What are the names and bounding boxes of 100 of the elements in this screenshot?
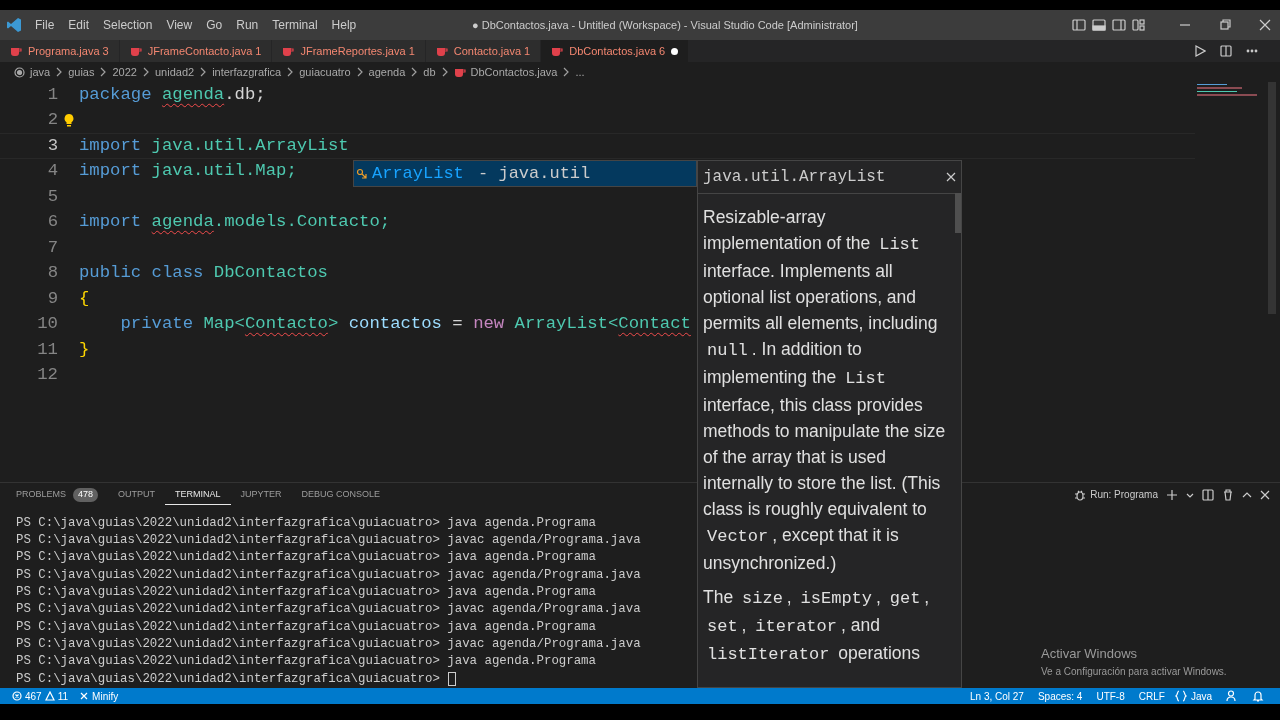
editor-tab[interactable]: Programa.java 3 xyxy=(0,40,119,62)
line-number: 9 xyxy=(46,287,58,310)
split-terminal-icon[interactable] xyxy=(1202,488,1214,501)
menu-item[interactable]: Run xyxy=(229,16,266,34)
code-line: import java.util.ArrayList xyxy=(79,134,349,157)
terminal-command: java agenda.Programa xyxy=(446,549,596,567)
breadcrumb-item[interactable]: unidad2 xyxy=(154,63,195,81)
menu-item[interactable]: Terminal xyxy=(265,16,325,34)
line-number: 8 xyxy=(46,262,58,285)
minify-status[interactable]: Minify xyxy=(80,688,119,704)
breadcrumb-item[interactable]: guiacuatro xyxy=(299,63,351,81)
status-item[interactable]: UTF-8 xyxy=(1096,688,1125,704)
layout-panel-icon[interactable] xyxy=(1092,18,1106,32)
editor-tab[interactable]: JFrameReportes.java 1 xyxy=(272,40,425,62)
breadcrumb-item[interactable]: java xyxy=(30,63,51,81)
editor-tab[interactable]: JFrameContacto.java 1 xyxy=(119,40,272,62)
breadcrumb-item[interactable]: 2022 xyxy=(112,63,137,81)
line-number: 1 xyxy=(46,83,58,106)
breadcrumb-item[interactable]: DbContactos.java xyxy=(470,63,558,81)
coffee-cup-icon xyxy=(551,45,564,57)
menu-item[interactable]: Selection xyxy=(96,16,160,34)
panel-tab[interactable]: JUPYTER xyxy=(230,484,292,505)
activation-title: Activar Windows xyxy=(1041,645,1139,663)
panel-tab[interactable]: DEBUG CONSOLE xyxy=(291,484,391,505)
vscode-logo-icon xyxy=(6,17,22,33)
chevron-right-icon xyxy=(562,67,571,77)
scrollbar-thumb[interactable] xyxy=(955,193,961,233)
breadcrumb-item[interactable]: ... xyxy=(575,63,585,81)
menu-item[interactable]: View xyxy=(159,16,200,34)
terminal-prompt: PS C:\java\guias\2022\unidad2\interfazgrafica\guiacuatro> xyxy=(16,549,440,567)
terminal-prompt: PS C:\java\guias\2022\unidad2\interfazgrafica\guiacuatro> xyxy=(16,566,440,584)
breadcrumb-item[interactable]: guias xyxy=(68,63,95,81)
chevron-right-icon xyxy=(410,67,419,77)
menu-item[interactable]: Help xyxy=(324,16,364,34)
chevron-right-icon xyxy=(440,67,449,77)
close-icon[interactable] xyxy=(1258,18,1272,32)
panel-tab[interactable]: TERMINAL xyxy=(165,484,231,505)
code-line: public class DbContactos xyxy=(79,262,328,285)
breadcrumb-item[interactable]: agenda xyxy=(368,63,406,81)
activation-message: Ve a Configuración para activar Windows. xyxy=(1041,664,1227,679)
trash-icon[interactable] xyxy=(1222,488,1234,501)
feedback-icon[interactable] xyxy=(1226,690,1238,702)
line-number: 6 xyxy=(46,211,58,234)
code-line: package agenda.db; xyxy=(79,83,266,106)
problems-status[interactable]: 467 11 xyxy=(12,688,69,704)
line-number: 3 xyxy=(46,134,58,157)
warning-icon xyxy=(44,691,55,701)
chevron-right-icon xyxy=(99,67,108,77)
status-item[interactable]: Ln 3, Col 27 xyxy=(970,688,1024,704)
chevron-right-icon xyxy=(55,67,64,77)
coffee-cup-icon xyxy=(282,45,295,57)
close-icon[interactable] xyxy=(1260,489,1270,500)
error-icon xyxy=(12,691,22,701)
editor-tab[interactable]: DbContactos.java 6 xyxy=(541,40,689,62)
menu-item[interactable]: Edit xyxy=(61,16,97,34)
menu-item[interactable]: File xyxy=(28,16,62,34)
panel-tab[interactable]: PROBLEMS 478 xyxy=(6,484,109,505)
terminal-prompt: PS C:\java\guias\2022\unidad2\interfazgrafica\guiacuatro> xyxy=(16,601,440,619)
doc-paragraph: Resizable-array implementation of the List interface. Implements all optional list operations, and permits all elements, including null . In addition to implementing the List interface, this class provides methods to manipulate the size of the array that is used internally to store the list. (This class is roughly equivalent to Vector , except that it is unsynchronized.) xyxy=(703,206,947,575)
run-icon[interactable] xyxy=(1194,45,1206,57)
terminal-command: javac agenda/Programa.java xyxy=(446,531,641,549)
layout-customize-icon[interactable] xyxy=(1132,18,1146,32)
layout-sidebar-icon[interactable] xyxy=(1072,18,1086,32)
target-icon xyxy=(14,66,25,78)
line-number: 5 xyxy=(46,185,58,208)
language-status[interactable]: Java xyxy=(1190,688,1212,704)
line-number: 7 xyxy=(46,236,58,259)
terminal-command: java agenda.Programa xyxy=(446,583,596,601)
layout-sidebar-right-icon[interactable] xyxy=(1112,18,1126,32)
count-badge: 478 xyxy=(73,488,99,502)
plus-icon[interactable] xyxy=(1166,488,1178,501)
editor-tab[interactable]: Contacto.java 1 xyxy=(425,40,541,62)
bell-icon[interactable] xyxy=(1252,690,1264,702)
panel-tab[interactable]: OUTPUT xyxy=(108,484,166,505)
lightbulb-icon[interactable] xyxy=(62,113,75,128)
terminal-prompt: PS C:\java\guias\2022\unidad2\interfazgrafica\guiacuatro> xyxy=(16,635,440,653)
line-number: 11 xyxy=(36,338,58,361)
close-icon[interactable] xyxy=(946,172,956,182)
terminal-command: javac agenda/Programa.java xyxy=(446,601,641,619)
status-item[interactable]: CRLF xyxy=(1138,688,1165,704)
window-title: ● DbContactos.java - Untitled (Workspace) - Visual Studio Code [Administrator] xyxy=(472,17,858,33)
terminal-name[interactable]: Run: Programa xyxy=(1090,487,1158,503)
restore-icon[interactable] xyxy=(1218,18,1232,32)
breadcrumb-item[interactable]: db xyxy=(423,63,436,81)
terminal-command: java agenda.Programa xyxy=(446,653,596,671)
chevron-right-icon xyxy=(286,67,295,77)
code-line: { xyxy=(79,287,90,310)
code-line: import agenda.models.Contacto; xyxy=(79,211,391,234)
menu-item[interactable]: Go xyxy=(199,16,230,34)
line-number: 4 xyxy=(46,160,58,183)
terminal-prompt: PS C:\java\guias\2022\unidad2\interfazgrafica\guiacuatro> xyxy=(16,653,440,671)
terminal-prompt: PS C:\java\guias\2022\unidad2\interfazgrafica\guiacuatro> xyxy=(16,531,440,549)
status-item[interactable]: Spaces: 4 xyxy=(1037,688,1083,704)
suggestion-item[interactable]: ArrayList - java.util xyxy=(354,161,696,186)
x-icon xyxy=(80,692,89,700)
doc-paragraph: The size , isEmpty , get , set , iterator , and listIterator operations xyxy=(703,586,931,666)
split-editor-icon[interactable] xyxy=(1220,45,1232,57)
breadcrumb-item[interactable]: interfazgrafica xyxy=(212,63,282,81)
coffee-cup-icon xyxy=(10,45,22,57)
braces-icon[interactable] xyxy=(1174,690,1187,702)
